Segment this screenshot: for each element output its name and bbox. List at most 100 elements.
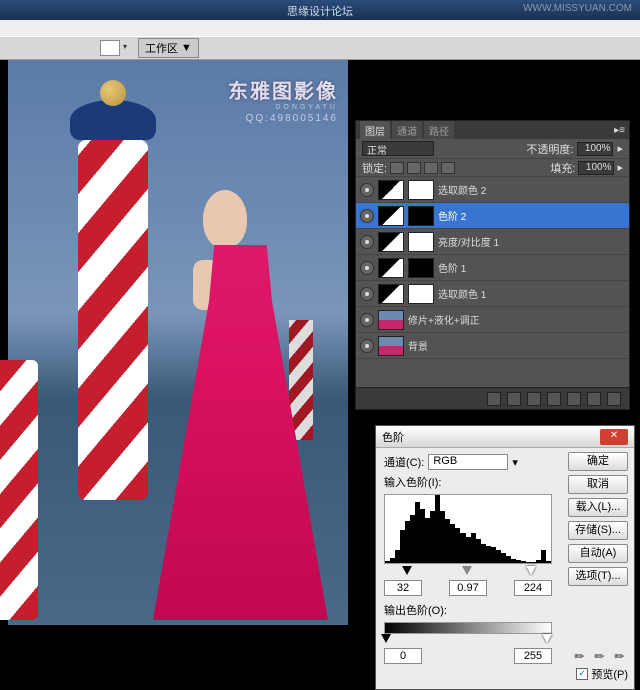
visibility-icon[interactable] [360,183,374,197]
adjustment-thumb [378,232,404,252]
tab-channels[interactable]: 通道 [392,121,422,140]
output-gradient [384,622,552,634]
group-icon[interactable] [567,392,581,406]
panel-tabs: 图层 通道 路径 ▸≡ [356,121,629,139]
output-slider-track[interactable] [384,634,552,646]
layer-name: 修片+液化+调正 [408,312,480,327]
ok-button[interactable]: 确定 [568,452,628,471]
lock-pixels-icon[interactable] [407,162,421,174]
visibility-icon[interactable] [360,261,374,275]
visibility-icon[interactable] [360,235,374,249]
output-high-input[interactable]: 255 [514,648,552,664]
levels-dialog: 色阶 ✕ 通道(C): RGB ▾ 输入色阶(I): 32 0.97 224 [375,425,635,690]
adjustment-thumb [378,258,404,278]
mask-thumb [408,206,434,226]
output-low-input[interactable]: 0 [384,648,422,664]
photo-pole-main [78,140,148,500]
image-thumb [378,310,404,330]
mask-thumb [408,232,434,252]
lock-all-icon[interactable] [441,162,455,174]
fill-arrow-icon[interactable]: ▸ [617,161,623,174]
save-button[interactable]: 存储(S)... [568,521,628,540]
dialog-titlebar[interactable]: 色阶 ✕ [376,426,634,448]
blend-mode-select[interactable]: 正常 [362,141,434,156]
tab-paths[interactable]: 路径 [424,121,454,140]
fx-icon[interactable] [507,392,521,406]
lock-transparent-icon[interactable] [390,162,404,174]
gray-eyedropper-icon[interactable] [591,645,611,665]
load-button[interactable]: 载入(L)... [568,498,628,517]
input-slider-track[interactable] [384,566,552,578]
layer-row[interactable]: 修片+液化+调正 [356,307,629,333]
channel-select[interactable]: RGB [428,454,508,470]
workspace-button[interactable]: 工作区 ▼ [138,38,199,58]
layer-row[interactable]: 色阶 2 [356,203,629,229]
layer-row[interactable]: 选取颜色 1 [356,281,629,307]
layers-panel: 图层 通道 路径 ▸≡ 正常 不透明度: 100% ▸ 锁定: 填充: 100%… [355,120,630,410]
midtones-input[interactable]: 0.97 [449,580,487,596]
visibility-icon[interactable] [360,313,374,327]
highlights-slider[interactable] [526,566,536,575]
cancel-button[interactable]: 取消 [568,475,628,494]
watermark-qq: QQ:498005146 [228,113,338,124]
visibility-icon[interactable] [360,209,374,223]
channel-arrow-icon[interactable]: ▾ [512,456,518,469]
site-name: 思缘设计论坛 [287,3,353,19]
tool-preset-icon[interactable] [100,40,120,56]
dialog-buttons: 确定 取消 载入(L)... 存储(S)... 自动(A) 选项(T)... [568,452,628,586]
watermark-main: 东雅图影像 [228,75,338,104]
tab-layers[interactable]: 图层 [360,121,390,140]
watermark-sub: DONGYATU [228,104,338,111]
layer-row[interactable]: 亮度/对比度 1 [356,229,629,255]
fill-input[interactable]: 100% [578,161,614,175]
trash-icon[interactable] [607,392,621,406]
layer-name: 色阶 1 [438,260,466,275]
white-eyedropper-icon[interactable] [611,645,631,665]
black-eyedropper-icon[interactable] [571,645,591,665]
layer-row[interactable]: 背景 [356,333,629,359]
opacity-arrow-icon[interactable]: ▸ [617,142,623,155]
panel-menu-icon[interactable]: ▸≡ [614,125,625,136]
menu-bar [0,20,640,36]
midtones-slider[interactable] [462,566,472,575]
layer-name: 背景 [408,338,428,353]
photo-head [203,190,247,248]
photo-pole-left [0,360,38,620]
blend-row: 正常 不透明度: 100% ▸ [356,139,629,159]
mask-icon[interactable] [527,392,541,406]
document-canvas[interactable]: 东雅图影像 DONGYATU QQ:498005146 [8,60,348,625]
layer-row[interactable]: 色阶 1 [356,255,629,281]
mask-thumb [408,180,434,200]
photo-dress [153,245,328,620]
lock-row: 锁定: 填充: 100% ▸ [356,159,629,177]
adjustment-icon[interactable] [547,392,561,406]
visibility-icon[interactable] [360,339,374,353]
options-button[interactable]: 选项(T)... [568,567,628,586]
layer-row[interactable]: 选取颜色 2 [356,177,629,203]
canvas-area: 东雅图影像 DONGYATU QQ:498005146 图层 通道 路径 ▸≡ … [0,60,640,634]
auto-button[interactable]: 自动(A) [568,544,628,563]
opacity-input[interactable]: 100% [577,142,613,156]
preview-checkbox[interactable]: ✓ 预览(P) [576,666,628,682]
window-titlebar: 思缘设计论坛 WWW.MISSYUAN.COM [0,0,640,20]
link-icon[interactable] [487,392,501,406]
output-high-slider[interactable] [542,634,552,643]
new-layer-icon[interactable] [587,392,601,406]
close-button[interactable]: ✕ [600,429,628,445]
layer-list: 选取颜色 2 色阶 2 亮度/对比度 1 色阶 1 选取颜色 1 修片+液化+调… [356,177,629,387]
watermark: 东雅图影像 DONGYATU QQ:498005146 [228,75,338,124]
lock-position-icon[interactable] [424,162,438,174]
output-low-slider[interactable] [381,634,391,643]
checkbox-icon[interactable]: ✓ [576,668,588,680]
channel-label: 通道(C): [384,454,424,470]
panel-bottom [356,387,629,409]
output-levels-label: 输出色阶(O): [384,602,447,618]
visibility-icon[interactable] [360,287,374,301]
mask-thumb [408,284,434,304]
layer-name: 选取颜色 2 [438,182,486,197]
site-url: WWW.MISSYUAN.COM [523,3,632,14]
shadows-slider[interactable] [402,566,412,575]
shadows-input[interactable]: 32 [384,580,422,596]
highlights-input[interactable]: 224 [514,580,552,596]
histogram [384,494,552,564]
